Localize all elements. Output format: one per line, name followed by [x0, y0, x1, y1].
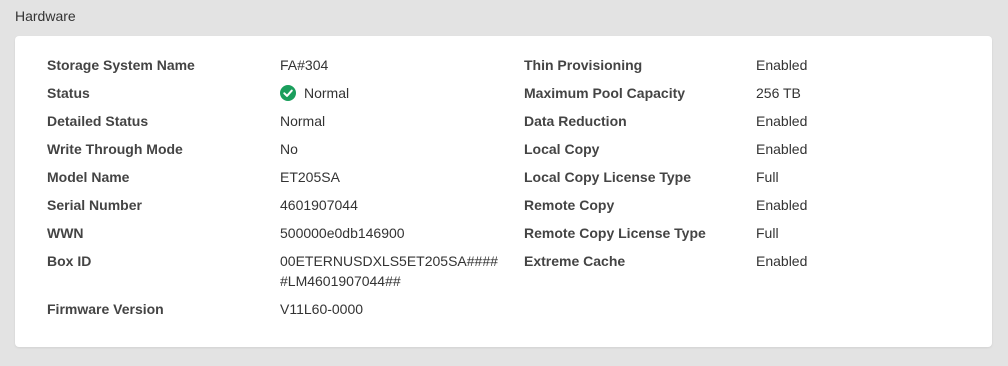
property-label: WWN [47, 225, 84, 241]
box-id-line-2: #LM4601907044## [280, 273, 401, 289]
property-row-remote-copy-license-type: Remote Copy License Type Full [524, 223, 807, 251]
property-value: ET205SA [280, 169, 340, 185]
hardware-right-column: Thin Provisioning Enabled Maximum Pool C… [524, 55, 807, 279]
property-label: Remote Copy [524, 197, 615, 213]
hardware-left-column: Storage System Name FA#304 Status Normal… [47, 55, 500, 327]
property-row-maximum-pool-capacity: Maximum Pool Capacity 256 TB [524, 83, 807, 111]
property-value: 500000e0db146900 [280, 225, 405, 241]
property-value: Enabled [756, 57, 808, 73]
property-label: Detailed Status [47, 113, 149, 129]
section-title: Hardware [15, 8, 76, 24]
property-label: Firmware Version [47, 301, 164, 317]
property-label: Status [47, 85, 90, 101]
property-row-thin-provisioning: Thin Provisioning Enabled [524, 55, 807, 83]
property-label: Maximum Pool Capacity [524, 85, 686, 101]
property-row-local-copy-license-type: Local Copy License Type Full [524, 167, 807, 195]
property-value: No [280, 141, 298, 157]
property-value: Full [756, 169, 779, 185]
property-label: Remote Copy License Type [524, 225, 706, 241]
property-label: Model Name [47, 169, 130, 185]
property-label: Serial Number [47, 197, 142, 213]
property-label: Storage System Name [47, 57, 195, 73]
property-label: Data Reduction [524, 113, 627, 129]
property-row-remote-copy: Remote Copy Enabled [524, 195, 807, 223]
property-value: Enabled [756, 113, 808, 129]
property-row-box-id: Box ID 00ETERNUSDXLS5ET205SA#### #LM4601… [47, 251, 500, 299]
property-row-write-through-mode: Write Through Mode No [47, 139, 500, 167]
property-row-local-copy: Local Copy Enabled [524, 139, 807, 167]
property-value: Enabled [756, 141, 808, 157]
property-value: 256 TB [756, 85, 801, 101]
status-value-wrapper: Normal [280, 83, 349, 111]
property-row-storage-system-name: Storage System Name FA#304 [47, 55, 500, 83]
property-row-model-name: Model Name ET205SA [47, 167, 500, 195]
property-row-firmware-version: Firmware Version V11L60-0000 [47, 299, 500, 327]
property-row-extreme-cache: Extreme Cache Enabled [524, 251, 807, 279]
property-row-data-reduction: Data Reduction Enabled [524, 111, 807, 139]
property-label: Local Copy License Type [524, 169, 692, 185]
property-label: Write Through Mode [47, 141, 183, 157]
box-id-value: 00ETERNUSDXLS5ET205SA#### #LM4601907044#… [280, 251, 500, 299]
property-label: Thin Provisioning [524, 57, 643, 73]
property-row-wwn: WWN 500000e0db146900 [47, 223, 500, 251]
property-row-status: Status Normal [47, 83, 500, 111]
property-value: Normal [280, 113, 326, 129]
hardware-panel: Storage System Name FA#304 Status Normal… [15, 36, 992, 347]
property-value: 4601907044 [280, 197, 358, 213]
property-label: Local Copy [524, 141, 600, 157]
property-value: Enabled [756, 197, 808, 213]
status-value: Normal [304, 85, 350, 101]
property-value: V11L60-0000 [280, 301, 364, 317]
property-row-detailed-status: Detailed Status Normal [47, 111, 500, 139]
check-circle-icon [280, 85, 296, 101]
property-value: FA#304 [280, 57, 329, 73]
box-id-line-1: 00ETERNUSDXLS5ET205SA#### [280, 253, 498, 269]
property-label: Box ID [47, 253, 92, 269]
property-row-serial-number: Serial Number 4601907044 [47, 195, 500, 223]
property-value: Enabled [756, 253, 808, 269]
property-value: Full [756, 225, 779, 241]
property-label: Extreme Cache [524, 253, 626, 269]
